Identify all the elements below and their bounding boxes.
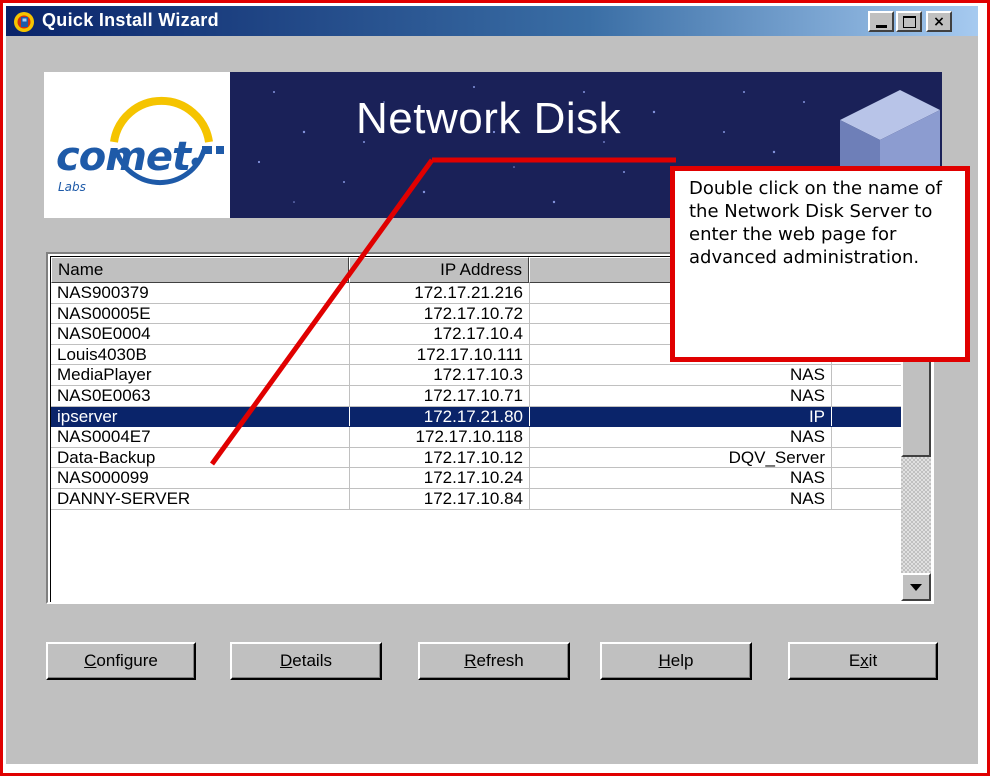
grid-line (529, 324, 530, 345)
server-type-cell: IP (808, 406, 825, 426)
server-name-cell: NAS00005E (57, 303, 151, 323)
grid-line (349, 303, 350, 325)
grid-line (529, 427, 530, 448)
server-name-cell: NAS0004E7 (57, 427, 151, 447)
column-header-ip-address[interactable]: IP Address (349, 257, 529, 283)
grid-line (529, 303, 530, 325)
ip-address-cell: 172.17.10.111 (416, 344, 523, 364)
exit-button[interactable]: Exit (788, 642, 938, 680)
grid-line (349, 447, 350, 469)
grid-line (349, 468, 350, 489)
close-button[interactable]: × (926, 11, 952, 32)
grid-line (831, 365, 832, 386)
server-name-cell: MediaPlayer (57, 365, 152, 385)
grid-line (831, 406, 832, 428)
ip-address-cell: 172.17.10.118 (415, 427, 523, 447)
annotation-callout: Double click on the name of the Network … (670, 166, 970, 362)
ip-address-cell: 172.17.10.4 (433, 324, 523, 344)
server-name-cell: Louis4030B (57, 344, 147, 364)
ip-address-cell: 172.17.10.3 (433, 365, 523, 385)
comet-labs-logo: comet Labs (44, 72, 230, 218)
configure-button[interactable]: Configure (46, 642, 196, 680)
table-row[interactable]: Data-Backup 172.17.10.12 DQV_Server (51, 447, 901, 469)
grid-line (529, 406, 530, 428)
grid-line (529, 365, 530, 386)
table-row-selected[interactable]: ipserver 172.17.21.80 IP (51, 406, 901, 428)
grid-line (349, 365, 350, 386)
grid-line (349, 427, 350, 448)
window-title: Quick Install Wizard (42, 10, 219, 30)
grid-line (349, 324, 350, 345)
refresh-button[interactable]: Refresh (418, 642, 570, 680)
server-type-cell: NAS (790, 468, 825, 488)
wizard-window: Quick Install Wizard × comet Labs Networ… (6, 6, 978, 764)
logo-subtext: Labs (58, 180, 86, 194)
close-icon: × (933, 13, 945, 30)
table-row[interactable]: DANNY-SERVER 172.17.10.84 NAS (51, 488, 901, 510)
table-row[interactable]: NAS0004E7 172.17.10.118 NAS (51, 427, 901, 448)
server-name-cell: Data-Backup (57, 447, 156, 467)
server-name-cell: NAS0E0004 (57, 324, 151, 344)
logo-text: comet (56, 134, 191, 180)
ip-address-cell: 172.17.21.216 (414, 283, 523, 302)
server-type-cell: DQV_Server (728, 447, 825, 467)
minimize-icon (875, 24, 887, 28)
ip-address-cell: 172.17.21.80 (423, 406, 523, 426)
minimize-button[interactable] (868, 11, 894, 32)
server-name-cell: DANNY-SERVER (57, 488, 191, 508)
maximize-button[interactable] (896, 11, 922, 32)
ip-address-cell: 172.17.10.71 (423, 385, 523, 405)
grid-line (349, 385, 350, 407)
server-type-cell: NAS (790, 427, 825, 447)
maximize-icon (902, 15, 916, 28)
grid-line (529, 344, 530, 366)
grid-line (349, 406, 350, 428)
grid-line (831, 447, 832, 469)
grid-line (831, 427, 832, 448)
grid-line (831, 488, 832, 510)
app-icon (14, 12, 34, 32)
grid-line (349, 283, 350, 304)
scroll-down-button[interactable] (901, 573, 931, 601)
grid-line (831, 468, 832, 489)
ip-address-cell: 172.17.10.84 (423, 488, 523, 508)
table-row[interactable]: NAS0E0063 172.17.10.71 NAS (51, 385, 901, 407)
help-button[interactable]: Help (600, 642, 752, 680)
column-header-name[interactable]: Name (51, 257, 349, 283)
table-row[interactable]: MediaPlayer 172.17.10.3 NAS (51, 365, 901, 386)
title-bar[interactable]: Quick Install Wizard × (6, 6, 978, 36)
banner-title: Network Disk (356, 94, 622, 143)
details-button[interactable]: Details (230, 642, 382, 680)
grid-line (529, 488, 530, 510)
server-name-cell: ipserver (57, 406, 118, 426)
server-type-cell: NAS (790, 488, 825, 508)
ip-address-cell: 172.17.10.24 (423, 468, 523, 488)
arrow-down-icon (910, 583, 922, 591)
server-type-cell: NAS (790, 385, 825, 405)
server-name-cell: NAS900379 (57, 283, 149, 302)
grid-line (529, 447, 530, 469)
grid-line (349, 344, 350, 366)
ip-address-cell: 172.17.10.72 (423, 303, 523, 323)
grid-line (529, 385, 530, 407)
ip-address-cell: 172.17.10.12 (423, 447, 523, 467)
table-row[interactable]: NAS000099 172.17.10.24 NAS (51, 468, 901, 489)
server-name-cell: NAS0E0063 (57, 385, 151, 405)
grid-line (831, 385, 832, 407)
grid-line (349, 488, 350, 510)
server-name-cell: NAS000099 (57, 468, 149, 488)
grid-line (529, 283, 530, 304)
grid-line (529, 468, 530, 489)
server-type-cell: NAS (790, 365, 825, 385)
